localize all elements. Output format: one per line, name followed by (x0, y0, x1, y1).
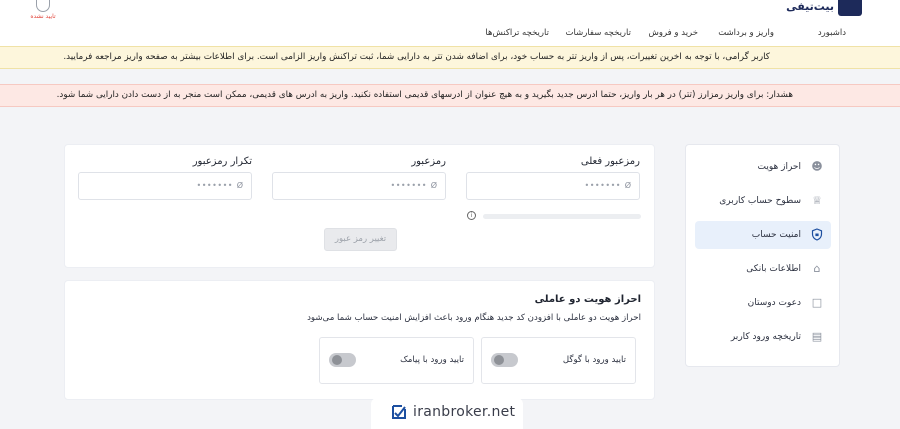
toggle-knob (494, 355, 504, 365)
crown-icon: ♕ (812, 194, 822, 207)
eye-off-icon[interactable]: Ø (625, 181, 631, 191)
nav-deposit-withdraw[interactable]: واریز و برداشت (718, 26, 774, 40)
password-mask: ••••••• (390, 181, 427, 190)
sms-2fa-option: تایید ورود با پیامک (319, 337, 474, 384)
password-mask: ••••••• (584, 181, 621, 190)
sidebar-item-login-history[interactable]: ▤ تاریخچه ورود کاربر (695, 323, 831, 351)
user-verification-status: تایید نشده (30, 13, 56, 20)
google-2fa-option: تایید ورود با گوگل (481, 337, 636, 384)
sidebar-item-security[interactable]: امنیت حساب (695, 221, 831, 249)
nav-transaction-history[interactable]: تاریخچه تراکنش‌ها (485, 26, 549, 40)
id-card-icon: ▤ (811, 330, 823, 343)
brand-logo-icon[interactable] (838, 0, 862, 16)
sidebar-item-label: سطوح حساب کاربری (719, 196, 801, 206)
brand-logo-text[interactable]: بیت‌تیفی (786, 0, 834, 14)
new-password-label: رمزعبور (411, 156, 446, 167)
two-factor-card: احراز هویت دو عاملی احراز هویت دو عاملی … (64, 280, 655, 400)
nav-dashboard[interactable]: داشبورد (818, 26, 846, 40)
sms-2fa-toggle[interactable] (329, 353, 356, 367)
main-nav: داشبورد واریز و برداشت خرید و فروش تاریخ… (0, 26, 900, 40)
sidebar-item-identity[interactable]: ☻ احراز هویت (695, 153, 831, 181)
account-sidebar: ☻ احراز هویت ♕ سطوح حساب کاربری امنیت حس… (685, 144, 840, 367)
change-password-button[interactable]: تغییر رمز عبور (324, 228, 397, 251)
shield-icon (810, 228, 824, 242)
toggle-knob (332, 355, 342, 365)
repeat-password-label: تکرار رمزعبور (192, 156, 252, 167)
sidebar-item-bank-info[interactable]: ⌂ اطلاعات بانکی (695, 255, 831, 283)
top-header: بیت‌تیفی تایید نشده داشبورد واریز و بردا… (0, 0, 900, 46)
password-mask: ••••••• (196, 181, 233, 190)
sidebar-item-label: اطلاعات بانکی (746, 264, 801, 274)
change-password-card: رمزعبور فعلی رمزعبور تکرار رمزعبور Ø •••… (64, 144, 655, 268)
two-factor-description: احراز هویت دو عاملی با افزودن کد جدید هن… (307, 313, 641, 323)
nav-buy-sell[interactable]: خرید و فروش (648, 26, 698, 40)
eye-off-icon[interactable]: Ø (237, 181, 243, 191)
current-password-input[interactable]: Ø ••••••• (466, 172, 640, 200)
bank-icon: ⌂ (813, 262, 821, 275)
user-avatar-icon (36, 0, 50, 12)
sidebar-item-label: تاریخچه ورود کاربر (730, 332, 801, 342)
info-icon[interactable]: i (467, 211, 476, 220)
user-check-icon: ☻ (811, 160, 823, 173)
two-factor-title: احراز هویت دو عاملی (534, 294, 641, 305)
nav-order-history[interactable]: تاریخچه سفارشات (566, 26, 632, 40)
password-strength-bar (483, 214, 641, 219)
sidebar-item-account-levels[interactable]: ♕ سطوح حساب کاربری (695, 187, 831, 215)
deposit-warning-alert: هشدار: برای واریز رمزارز (تتر) در هر بار… (0, 84, 900, 107)
google-2fa-toggle[interactable] (491, 353, 518, 367)
sidebar-item-label: دعوت دوستان (747, 298, 801, 308)
gift-icon: □ (811, 296, 823, 309)
user-profile-menu[interactable]: تایید نشده (28, 0, 58, 22)
iranbroker-logo-icon (392, 405, 406, 419)
sidebar-item-label: احراز هویت (757, 162, 801, 172)
watermark: iranbroker.net (371, 398, 523, 429)
google-2fa-label: تایید ورود با گوگل (562, 355, 626, 365)
sms-2fa-label: تایید ورود با پیامک (400, 355, 464, 365)
new-password-input[interactable]: Ø ••••••• (272, 172, 446, 200)
current-password-label: رمزعبور فعلی (580, 156, 640, 167)
deposit-info-alert: کاربر گرامی، با توجه به اخرین تغییرات، پ… (0, 46, 900, 69)
sidebar-item-label: امنیت حساب (751, 230, 801, 240)
eye-off-icon[interactable]: Ø (431, 181, 437, 191)
repeat-password-input[interactable]: Ø ••••••• (78, 172, 252, 200)
watermark-text: iranbroker.net (413, 404, 516, 420)
sidebar-item-invite-friends[interactable]: □ دعوت دوستان (695, 289, 831, 317)
